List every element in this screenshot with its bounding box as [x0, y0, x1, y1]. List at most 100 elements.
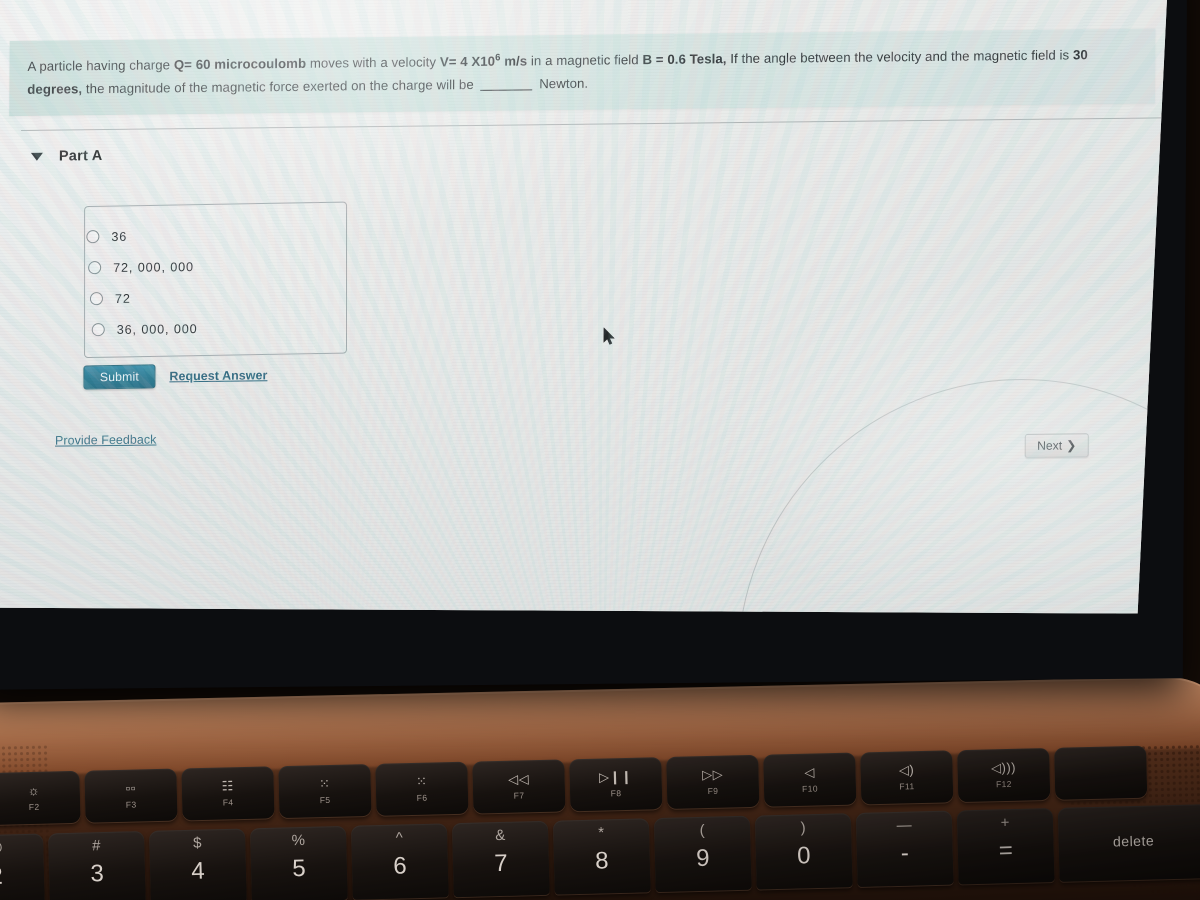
key-fn-label: F12 — [995, 778, 1012, 790]
radio-button-icon[interactable] — [88, 261, 101, 274]
key-f12[interactable]: ◁))) F12 — [957, 747, 1051, 803]
key-primary-label: 0 — [796, 842, 811, 870]
key-shift-symbol: $ — [192, 834, 202, 852]
key-primary-label: 7 — [493, 849, 508, 878]
key-shift-symbol: + — [1000, 814, 1010, 832]
key-7[interactable]: & 7 — [451, 820, 550, 898]
key-shift-symbol: % — [291, 831, 306, 850]
key-fn-label: F4 — [222, 797, 234, 808]
key-f3[interactable]: ▫▫ F3 — [84, 768, 178, 823]
key-shift-symbol: * — [598, 824, 605, 842]
screen-reflection-arc — [736, 376, 1171, 636]
keyboard-brightness-up-icon: ⁙ — [415, 773, 428, 789]
radio-choice-1[interactable]: 72, 000, 000 — [84, 249, 404, 284]
part-a-title: Part A — [58, 148, 103, 165]
key-shift-symbol: ^ — [395, 829, 403, 847]
key-shift-symbol: & — [494, 826, 506, 845]
key-fn-label: F5 — [319, 794, 331, 806]
key-primary-label: 2 — [0, 862, 4, 890]
laptop-display: Review A particle having charge Q= 60 mi… — [0, 0, 1171, 635]
radio-choice-label: 36 — [111, 229, 128, 244]
key-delete[interactable]: delete — [1057, 804, 1200, 882]
mute-icon: ◁ — [804, 764, 816, 780]
key-f8[interactable]: ▷❙❙ F8 — [569, 757, 663, 812]
mouse-pointer-icon — [604, 327, 617, 345]
mission-control-icon: ▫▫ — [125, 780, 137, 796]
radio-group[interactable]: 36 72, 000, 000 72 36, 000, 000 — [84, 218, 405, 346]
key--[interactable]: — - — [855, 810, 954, 887]
section-divider — [21, 117, 1161, 131]
key-primary-label: 5 — [291, 854, 307, 883]
key-primary-label: 3 — [90, 860, 105, 888]
part-a-header[interactable]: Part A — [31, 148, 103, 165]
key-touch-id[interactable] — [1054, 745, 1148, 800]
key-fn-label: F7 — [513, 790, 525, 801]
key-8[interactable]: * 8 — [552, 818, 651, 895]
rewind-icon: ◁◁ — [508, 771, 530, 787]
key-fn-label: F8 — [610, 788, 622, 799]
laptop-screen-bezel: Review A particle having charge Q= 60 mi… — [0, 0, 1188, 690]
key-primary-label: 6 — [392, 852, 407, 880]
key-fn-label: F10 — [801, 783, 819, 794]
key-6[interactable]: ^ 6 — [350, 823, 449, 900]
key-fn-label: F11 — [899, 781, 915, 792]
key-shift-symbol: # — [91, 837, 101, 855]
brightness-up-icon: ☼ — [27, 782, 41, 799]
caret-down-icon[interactable] — [31, 153, 43, 161]
key-fn-label: F2 — [28, 801, 40, 813]
key-f2[interactable]: ☼ F2 — [0, 770, 81, 825]
launchpad-icon: ☷ — [221, 778, 235, 794]
submit-button[interactable]: Submit — [83, 364, 155, 389]
key-fn-label: F9 — [707, 785, 719, 797]
key-primary-label: 8 — [594, 847, 609, 875]
radio-choice-2[interactable]: 72 — [84, 280, 404, 315]
question-statement: A particle having charge Q= 60 microcoul… — [9, 28, 1155, 115]
browser-page: Review A particle having charge Q= 60 mi… — [0, 0, 1171, 635]
key-primary-label: = — [998, 837, 1014, 865]
radio-button-icon[interactable] — [86, 230, 99, 243]
key-=[interactable]: + = — [956, 808, 1055, 885]
chevron-right-icon: ❯ — [1066, 438, 1077, 453]
key-primary-label: 4 — [191, 857, 206, 885]
radio-choice-3[interactable]: 36, 000, 000 — [84, 311, 404, 346]
radio-choice-0[interactable]: 36 — [84, 218, 404, 253]
question-text: A particle having charge Q= 60 microcoul… — [27, 47, 1088, 97]
photographed-laptop-screenshot: Review A particle having charge Q= 60 mi… — [0, 0, 1200, 900]
radio-choice-label: 36, 000, 000 — [116, 321, 198, 337]
key-0[interactable]: ) 0 — [754, 813, 853, 890]
key-primary-label: - — [900, 839, 910, 867]
key-2[interactable]: @2 — [0, 833, 45, 900]
play-pause-icon: ▷❙❙ — [598, 768, 633, 785]
key-f5[interactable]: ⁙ F5 — [278, 763, 372, 819]
key-f6[interactable]: ⁙ F6 — [375, 761, 469, 816]
key-f7[interactable]: ◁◁ F7 — [472, 759, 566, 814]
key-f11[interactable]: ◁) F11 — [860, 750, 954, 805]
key-3[interactable]: #3 — [48, 831, 146, 900]
key-4[interactable]: $4 — [148, 828, 247, 900]
key-9[interactable]: (9 — [653, 815, 752, 893]
key-fn-label: F6 — [416, 792, 428, 803]
key-shift-symbol: ) — [800, 819, 806, 837]
volume-up-icon: ◁))) — [990, 759, 1017, 776]
key-primary-label: delete — [1112, 832, 1155, 850]
key-fn-label: F3 — [125, 799, 137, 810]
key-5[interactable]: % 5 — [249, 825, 348, 900]
key-f9[interactable]: ▷▷ F9 — [666, 754, 760, 809]
provide-feedback-link[interactable]: Provide Feedback — [55, 433, 157, 448]
next-button[interactable]: Next ❯ — [1025, 433, 1089, 458]
volume-down-icon: ◁) — [898, 762, 915, 778]
next-label: Next — [1037, 438, 1063, 453]
keyboard-brightness-down-icon: ⁙ — [318, 775, 331, 792]
request-answer-link[interactable]: Request Answer — [169, 368, 267, 383]
radio-button-icon[interactable] — [90, 292, 103, 305]
key-primary-label: 9 — [695, 844, 710, 873]
fast-forward-icon: ▷▷ — [701, 766, 724, 783]
key-shift-symbol: @ — [0, 839, 4, 857]
radio-choice-label: 72, 000, 000 — [113, 259, 195, 275]
key-shift-symbol: — — [896, 816, 912, 834]
key-f10[interactable]: ◁ F10 — [763, 752, 857, 807]
key-shift-symbol: ( — [699, 821, 705, 839]
radio-button-icon[interactable] — [92, 323, 105, 336]
answer-blank — [480, 89, 532, 91]
key-f4[interactable]: ☷ F4 — [181, 766, 275, 821]
